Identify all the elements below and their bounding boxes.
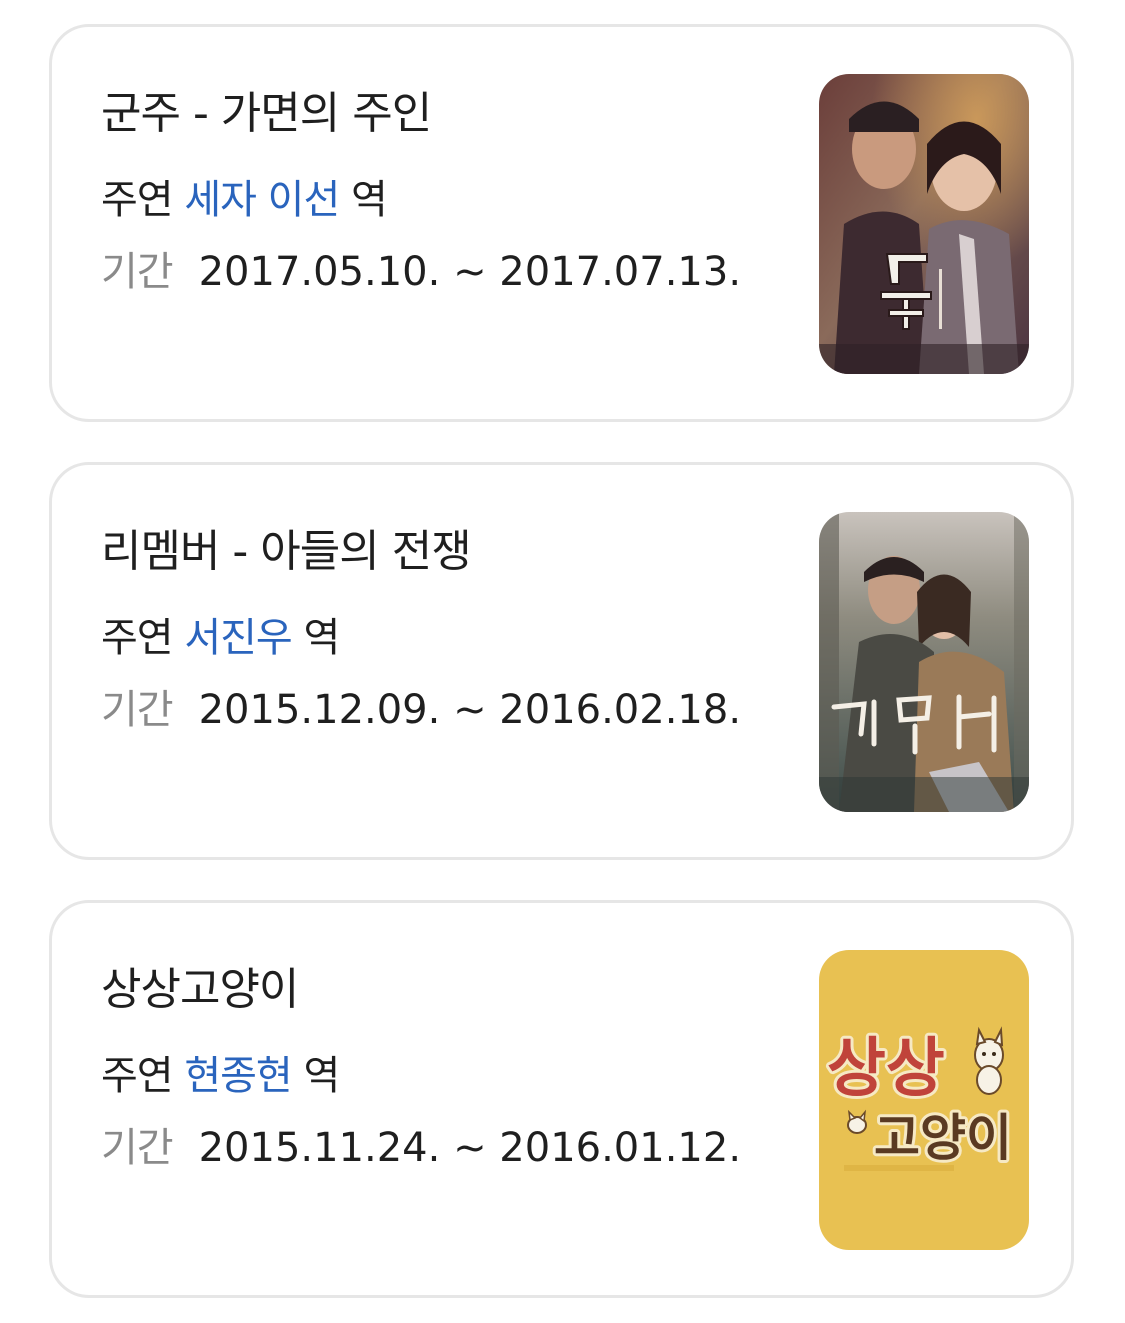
cat-icon xyxy=(974,1026,1004,1095)
drama-card[interactable]: 군주 - 가면의 주인 주연 세자 이선 역 기간 2017.05.10. ~ 2… xyxy=(49,24,1074,422)
poster-image: 상상 고양이 xyxy=(819,950,1029,1250)
role-line: 주연 서진우 역 xyxy=(101,605,340,663)
role-line: 주연 세자 이선 역 xyxy=(101,167,388,225)
drama-title[interactable]: 상상고양이 xyxy=(101,953,299,1017)
role-suffix: 역 xyxy=(350,177,388,223)
drama-title[interactable]: 군주 - 가면의 주인 xyxy=(101,77,432,141)
period-label: 기간 xyxy=(101,249,174,295)
drama-card[interactable]: 상상고양이 주연 현종현 역 기간 2015.11.24. ~ 2016.01.1… xyxy=(49,900,1074,1298)
poster-title-line2: 고양이 xyxy=(874,1109,1012,1167)
period-value: 2015.12.09. ~ 2016.02.18. xyxy=(198,687,742,733)
poster-image xyxy=(819,74,1029,374)
period-line: 기간 2015.12.09. ~ 2016.02.18. xyxy=(101,677,741,735)
role-prefix: 주연 xyxy=(101,177,174,223)
role-prefix: 주연 xyxy=(101,1053,174,1099)
role-line: 주연 현종현 역 xyxy=(101,1043,340,1101)
role-suffix: 역 xyxy=(303,1053,340,1099)
role-name-link[interactable]: 서진우 xyxy=(184,615,292,661)
period-label: 기간 xyxy=(101,1125,174,1171)
period-label: 기간 xyxy=(101,687,174,733)
drama-poster[interactable] xyxy=(819,512,1029,812)
period-value: 2015.11.24. ~ 2016.01.12. xyxy=(198,1125,742,1171)
poster-title-line1: 상상 xyxy=(827,1032,945,1106)
poster-image xyxy=(819,512,1029,812)
role-name-link[interactable]: 세자 이선 xyxy=(184,177,340,223)
drama-poster[interactable] xyxy=(819,74,1029,374)
role-name-link[interactable]: 현종현 xyxy=(184,1053,292,1099)
drama-poster[interactable]: 상상 고양이 xyxy=(819,950,1029,1250)
period-line: 기간 2017.05.10. ~ 2017.07.13. xyxy=(101,239,741,297)
role-prefix: 주연 xyxy=(101,615,174,661)
drama-card[interactable]: 리멤버 - 아들의 전쟁 주연 서진우 역 기간 2015.12.09. ~ 20… xyxy=(49,462,1074,860)
period-value: 2017.05.10. ~ 2017.07.13. xyxy=(198,249,742,295)
drama-title[interactable]: 리멤버 - 아들의 전쟁 xyxy=(101,515,472,579)
period-line: 기간 2015.11.24. ~ 2016.01.12. xyxy=(101,1115,741,1173)
role-suffix: 역 xyxy=(303,615,340,661)
